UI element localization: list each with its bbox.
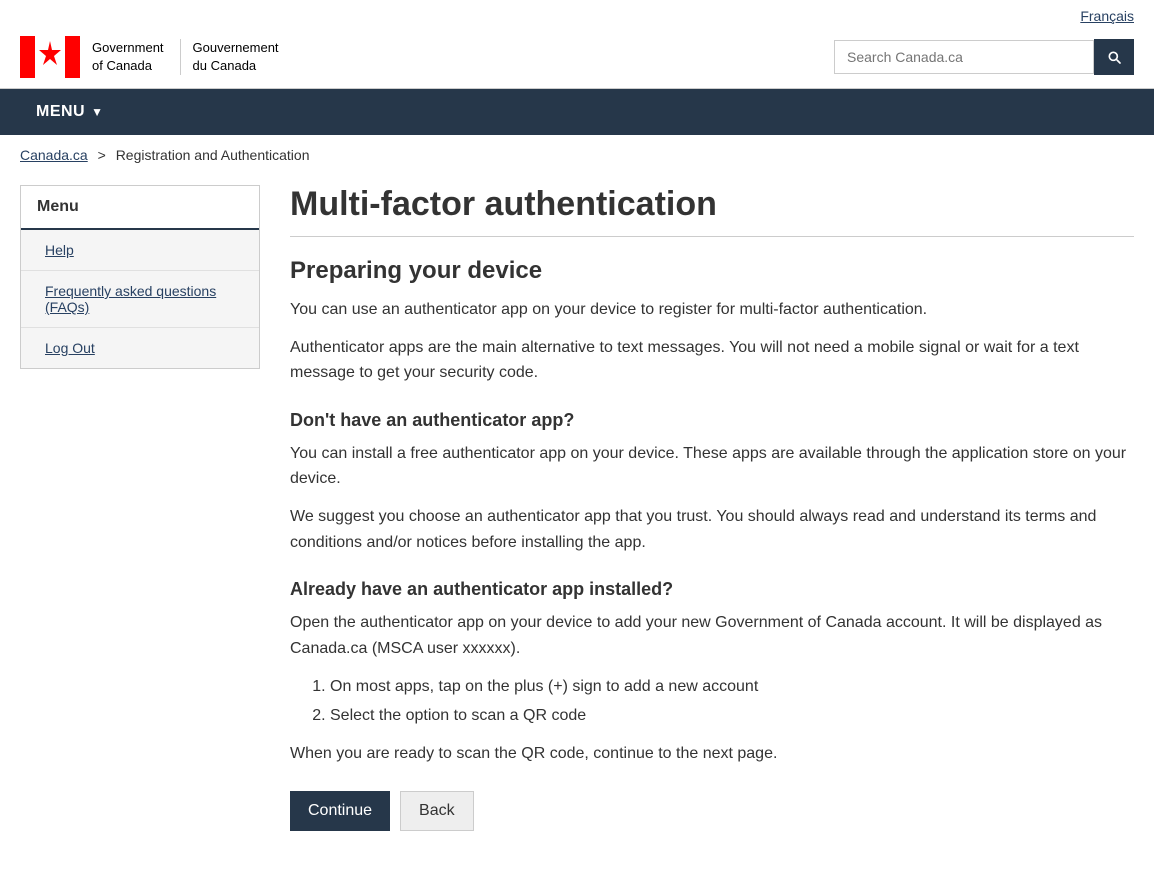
button-row: Continue Back — [290, 791, 1134, 831]
menu-label: MENU — [36, 103, 85, 121]
main-content: Multi-factor authentication Preparing yo… — [280, 185, 1134, 831]
menu-button[interactable]: MENU ▼ — [20, 89, 120, 135]
search-icon — [1106, 48, 1122, 66]
gov-name-fr: Gouvernement du Canada — [176, 39, 279, 75]
breadcrumb-current: Registration and Authentication — [116, 147, 310, 163]
breadcrumb-separator: > — [98, 147, 106, 163]
breadcrumb-home[interactable]: Canada.ca — [20, 147, 88, 163]
sidebar-header: Menu — [21, 186, 259, 230]
list-item-1: On most apps, tap on the plus (+) sign t… — [330, 673, 1134, 702]
paragraph-6: When you are ready to scan the QR code, … — [290, 741, 1134, 767]
subsection2-title: Already have an authenticator app instal… — [290, 579, 1134, 600]
paragraph-4: We suggest you choose an authenticator a… — [290, 504, 1134, 555]
breadcrumb: Canada.ca > Registration and Authenticat… — [0, 135, 1154, 175]
gov-name-en-text: Government of Canada — [92, 39, 164, 75]
sidebar-item-logout[interactable]: Log Out — [21, 328, 259, 368]
steps-list: On most apps, tap on the plus (+) sign t… — [330, 673, 1134, 731]
section1-title: Preparing your device — [290, 257, 1134, 285]
site-header: Government of Canada Gouvernement du Can… — [0, 26, 1154, 89]
paragraph-2: Authenticator apps are the main alternat… — [290, 335, 1134, 386]
back-button[interactable]: Back — [400, 791, 474, 831]
paragraph-5: Open the authenticator app on your devic… — [290, 610, 1134, 661]
logo-area: Government of Canada Gouvernement du Can… — [20, 36, 279, 78]
search-input[interactable] — [834, 40, 1094, 74]
main-container: Menu Help Frequently asked questions (FA… — [0, 175, 1154, 871]
page-title: Multi-factor authentication — [290, 185, 1134, 237]
canada-flag — [20, 36, 80, 78]
list-item-2: Select the option to scan a QR code — [330, 702, 1134, 731]
sidebar: Menu Help Frequently asked questions (FA… — [20, 185, 260, 369]
paragraph-3: You can install a free authenticator app… — [290, 441, 1134, 492]
flag-svg — [20, 36, 80, 78]
francais-link[interactable]: Français — [1080, 8, 1134, 24]
menu-chevron-icon: ▼ — [91, 105, 103, 119]
sidebar-item-help[interactable]: Help — [21, 230, 259, 271]
search-button[interactable] — [1094, 39, 1134, 75]
nav-bar: MENU ▼ — [0, 89, 1154, 135]
sidebar-item-faq[interactable]: Frequently asked questions (FAQs) — [21, 271, 259, 328]
continue-button[interactable]: Continue — [290, 791, 390, 831]
subsection1-title: Don't have an authenticator app? — [290, 410, 1134, 431]
paragraph-1: You can use an authenticator app on your… — [290, 297, 1134, 323]
gov-name-en: Government of Canada — [92, 39, 164, 75]
search-area — [834, 39, 1134, 75]
